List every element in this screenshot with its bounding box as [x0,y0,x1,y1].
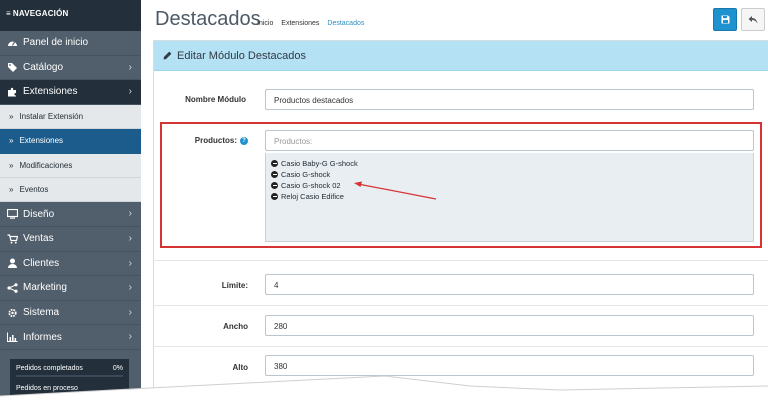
sidebar: ≡ NAVEGACIÓN Panel de inicio Catálogo › E… [0,0,141,400]
sidebar-item-reports[interactable]: Informes › [0,325,141,350]
chevron-right-icon: › [128,232,132,244]
module-name-input[interactable]: Productos destacados [265,89,754,110]
sidebar-item-label: Extensiones [23,86,78,98]
double-chevron-icon: » [9,136,14,146]
list-item: Casio Baby-G G-shock [271,158,753,169]
row-divider [153,260,768,261]
save-button[interactable] [713,8,737,31]
sidebar-item-extensions[interactable]: Extensiones › [0,80,141,105]
sidebar-item-label: Sistema [23,307,60,319]
sidebar-subitem-label: Instalar Extensión [19,111,84,121]
breadcrumb-current[interactable]: Destacados [327,20,364,27]
breadcrumb-separator [322,20,324,27]
limit-label: Límite: [221,281,248,290]
sidebar-subitem-label: Extensiones [19,136,64,146]
width-input[interactable]: 280 [265,315,754,336]
breadcrumb-home[interactable]: Inicio [257,20,273,27]
minus-circle-icon[interactable] [271,171,278,178]
gear-icon [7,308,18,318]
minus-circle-icon[interactable] [271,182,278,189]
sidebar-item-label: Informes [23,331,62,343]
product-name: Casio Baby-G G-shock [281,159,358,168]
product-name: Reloj Casio Edifice [281,192,344,201]
double-chevron-icon: » [9,185,14,195]
breadcrumb-separator [276,20,278,27]
products-autocomplete-input[interactable]: Productos: [265,130,754,151]
bar-chart-icon [7,332,18,343]
sidebar-item-label: Panel de inicio [23,37,89,49]
products-label: Productos: [194,136,237,145]
sidebar-subitem-extensions[interactable]: » Extensiones [0,129,141,154]
chevron-down-icon: › [128,86,132,98]
monitor-icon [7,209,18,219]
sidebar-item-customers[interactable]: Clientes › [0,252,141,277]
save-icon [721,15,729,24]
chevron-right-icon: › [128,208,132,220]
product-list: Casio Baby-G G-shock Casio G-shock Casio… [265,153,754,242]
annotation-arrow [354,181,437,200]
help-icon[interactable]: ? [240,136,248,145]
sidebar-subitem-install[interactable]: » Instalar Extensión [0,104,141,130]
dashboard-icon [7,38,18,48]
sidebar-item-dashboard[interactable]: Panel de inicio [0,31,141,56]
breadcrumb: Inicio Extensiones Destacados [257,20,364,27]
sidebar-item-label: Diseño [23,208,55,220]
sidebar-item-system[interactable]: Sistema › [0,301,141,326]
chevron-right-icon: › [128,331,132,343]
sidebar-subitem-label: Eventos [19,185,49,195]
panel-heading: Editar Módulo Destacados [154,41,768,71]
chevron-right-icon: › [128,257,132,269]
chevron-right-icon: › [128,306,132,318]
breadcrumb-extensions[interactable]: Extensiones [281,20,319,27]
menu-icon: ≡ [6,9,11,18]
sidebar-item-label: Ventas [23,233,54,245]
row-divider [153,305,768,306]
module-name-label: Nombre Módulo [185,95,246,104]
tag-icon [7,62,18,73]
double-chevron-icon: » [9,111,14,121]
products-label-wrap: Productos:? [160,136,248,145]
nav-header: ≡ NAVEGACIÓN [0,0,141,31]
list-item: Casio G-shock 02 [271,180,753,191]
width-label: Ancho [223,322,248,331]
sidebar-subitem-events[interactable]: » Eventos [0,177,141,203]
sidebar-item-label: Marketing [23,282,67,294]
minus-circle-icon[interactable] [271,193,278,200]
list-item: Reloj Casio Edifice [271,191,753,202]
cart-icon [7,234,18,244]
limit-input[interactable]: 4 [265,274,754,295]
sidebar-item-label: Clientes [23,257,60,269]
sidebar-item-design[interactable]: Diseño › [0,202,141,227]
nav-header-label: NAVEGACIÓN [12,9,69,18]
sidebar-item-catalog[interactable]: Catálogo › [0,56,141,81]
page-title: Destacados [155,8,261,30]
product-name: Casio G-shock [281,170,331,179]
panel-title: Editar Módulo Destacados [177,49,307,62]
pencil-icon [163,51,172,60]
torn-edge [0,375,768,400]
row-divider [153,346,768,347]
minus-circle-icon[interactable] [271,160,278,167]
sidebar-item-label: Catálogo [23,61,64,73]
sidebar-item-sales[interactable]: Ventas › [0,227,141,252]
share-icon [7,283,18,293]
double-chevron-icon: » [9,160,14,170]
puzzle-icon [7,87,18,97]
list-item: Casio G-shock [271,169,753,180]
user-icon [7,258,18,269]
chevron-right-icon: › [128,61,132,73]
sidebar-subitem-label: Modificaciones [19,160,73,170]
product-name: Casio G-shock 02 [281,181,341,190]
chevron-right-icon: › [128,282,132,294]
reply-icon [748,16,758,24]
back-button[interactable] [741,8,765,31]
sidebar-subitem-modifications[interactable]: » Modificaciones [0,153,141,178]
sidebar-item-marketing[interactable]: Marketing › [0,276,141,301]
